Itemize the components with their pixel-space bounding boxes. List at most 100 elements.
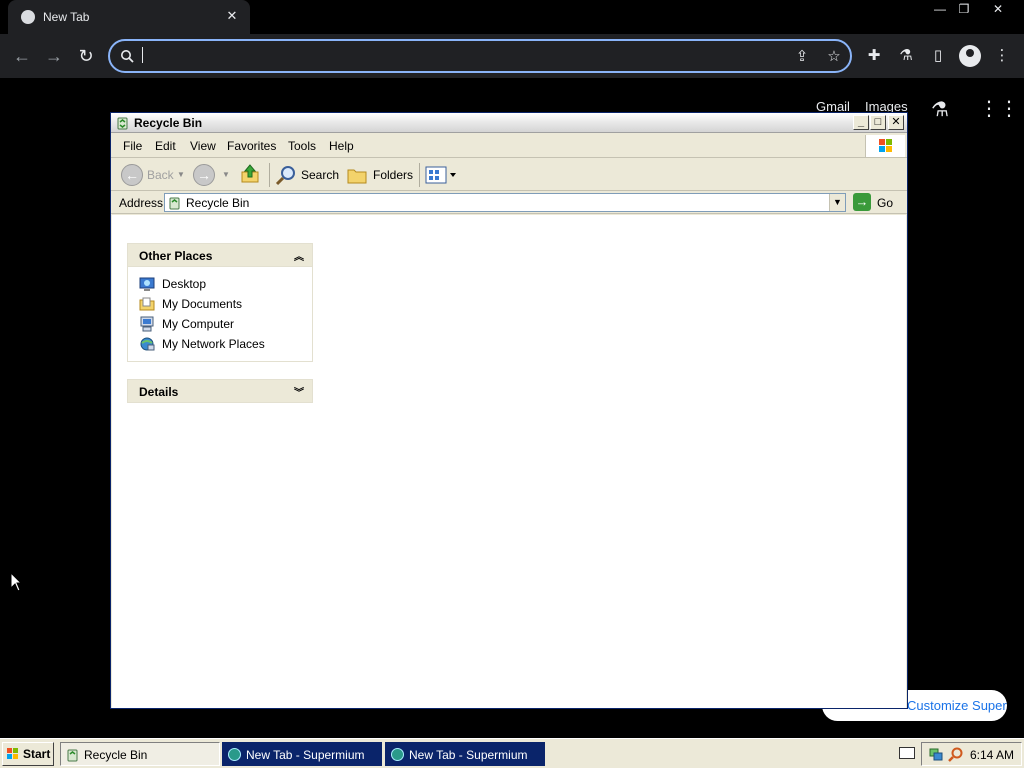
- bookmark-star-icon[interactable]: ☆: [824, 47, 844, 67]
- folders-label: Folders: [373, 168, 414, 182]
- other-places-list: Desktop My Documents My Computer My Netw…: [127, 267, 313, 362]
- start-button[interactable]: Start: [2, 742, 54, 766]
- extensions-icon[interactable]: ✚: [863, 45, 885, 67]
- toolbar-separator: [269, 163, 270, 187]
- search-button[interactable]: Search: [275, 162, 339, 188]
- recycle-bin-icon: [117, 117, 128, 130]
- network-tray-icon[interactable]: [928, 746, 944, 762]
- side-panel-icon[interactable]: ▯: [927, 45, 949, 67]
- go-label: Go: [877, 196, 894, 210]
- minimize-button[interactable]: _: [853, 115, 869, 130]
- menu-view[interactable]: View: [190, 139, 216, 153]
- minimize-icon[interactable]: —: [928, 0, 952, 18]
- details-panel: Details ︾: [127, 379, 313, 403]
- recycle-bin-icon: [67, 749, 78, 762]
- toolbar-separator: [419, 163, 420, 187]
- menu-file[interactable]: File: [123, 139, 142, 153]
- share-icon[interactable]: ⇪: [792, 47, 812, 67]
- restore-icon[interactable]: ❐: [952, 0, 976, 18]
- taskbar-item-label: New Tab - Supermium: [246, 748, 365, 762]
- forward-arrow-icon[interactable]: →: [41, 43, 67, 69]
- place-label: My Network Places: [162, 337, 265, 351]
- taskbar: Start Recycle Bin New Tab - Supermium Ne…: [0, 738, 1024, 768]
- menu-help[interactable]: Help: [329, 139, 354, 153]
- details-header[interactable]: Details ︾: [127, 379, 313, 403]
- go-arrow-icon: →: [853, 193, 871, 211]
- apps-grid-icon[interactable]: ⋮⋮: [979, 96, 1019, 121]
- expand-chevron-icon[interactable]: ︾: [294, 384, 304, 399]
- address-bar: Address Recycle Bin ▼ → Go: [111, 192, 907, 214]
- clock: 6:14 AM: [970, 748, 1015, 762]
- menu-bar: File Edit View Favorites Tools Help: [111, 134, 907, 158]
- maximize-button[interactable]: □: [870, 115, 886, 130]
- folders-button[interactable]: Folders: [346, 162, 414, 188]
- place-my-network-places[interactable]: My Network Places: [139, 335, 312, 355]
- place-my-computer[interactable]: My Computer: [139, 315, 312, 335]
- network-places-icon: [140, 337, 155, 351]
- menu-edit[interactable]: Edit: [155, 139, 176, 153]
- omnibox[interactable]: ⇪ ☆: [108, 39, 852, 73]
- views-button[interactable]: [425, 162, 459, 188]
- back-label: Back: [147, 168, 174, 182]
- up-folder-icon: [241, 164, 259, 183]
- close-window-icon[interactable]: ✕: [986, 0, 1010, 18]
- place-desktop[interactable]: Desktop: [139, 275, 312, 295]
- back-dropdown-icon[interactable]: ▼: [177, 170, 185, 179]
- desktop-icon: [139, 277, 155, 291]
- tab-title: New Tab: [43, 10, 90, 24]
- tab-strip: New Tab ✕ — ❐ ✕: [0, 0, 1024, 34]
- forward-dropdown-icon[interactable]: ▼: [222, 170, 230, 179]
- taskbar-item-supermium-2[interactable]: New Tab - Supermium: [385, 742, 545, 766]
- back-button[interactable]: ← Back: [119, 162, 185, 188]
- tab-new-tab[interactable]: New Tab ✕: [8, 0, 250, 34]
- place-label: Desktop: [162, 277, 207, 291]
- other-places-panel: Other Places ︽ Desktop My Documents My C…: [127, 243, 313, 362]
- taskbar-item-label: Recycle Bin: [84, 748, 148, 762]
- system-tray: 6:14 AM: [921, 742, 1022, 766]
- tab-close-icon[interactable]: ✕: [224, 8, 240, 24]
- text-caret: [142, 47, 143, 63]
- taskbar-item-supermium-1[interactable]: New Tab - Supermium: [222, 742, 382, 766]
- supermium-icon: [391, 748, 404, 761]
- window-title: Recycle Bin: [134, 116, 203, 130]
- windows-logo-icon: [865, 135, 905, 157]
- profile-avatar-icon[interactable]: [959, 45, 981, 67]
- reload-icon[interactable]: ↻: [73, 43, 99, 69]
- customize-label: Customize Supermium: [907, 698, 1007, 713]
- my-documents-icon: [139, 297, 155, 311]
- address-field[interactable]: Recycle Bin ▼: [164, 193, 846, 212]
- menu-favorites[interactable]: Favorites: [227, 139, 276, 153]
- close-button[interactable]: ✕: [888, 115, 904, 130]
- menu-dots-icon[interactable]: ⋮: [991, 45, 1013, 67]
- supermium-icon: [228, 748, 241, 761]
- tab-favicon-icon: [21, 10, 35, 24]
- my-computer-icon: [140, 316, 154, 332]
- place-my-documents[interactable]: My Documents: [139, 295, 312, 315]
- address-dropdown-icon[interactable]: ▼: [829, 194, 845, 211]
- search-tray-icon[interactable]: [948, 746, 964, 762]
- search-icon: [121, 50, 134, 63]
- go-button[interactable]: → Go: [853, 193, 903, 212]
- address-label: Address: [119, 196, 164, 210]
- keyboard-icon[interactable]: [899, 747, 915, 759]
- search-label: Search: [301, 168, 340, 182]
- search-magnifier-icon: [275, 166, 295, 186]
- views-grid-icon: [425, 166, 456, 184]
- folders-icon: [347, 169, 367, 184]
- menu-tools[interactable]: Tools: [288, 139, 316, 153]
- other-places-header[interactable]: Other Places ︽: [127, 243, 313, 267]
- collapse-chevron-icon[interactable]: ︽: [294, 248, 304, 263]
- up-folder-button[interactable]: [239, 162, 263, 188]
- address-value: Recycle Bin: [186, 196, 250, 210]
- taskbar-item-label: New Tab - Supermium: [409, 748, 528, 762]
- folder-content-area[interactable]: Other Places ︽ Desktop My Documents My C…: [112, 215, 906, 708]
- taskbar-item-recycle-bin[interactable]: Recycle Bin: [60, 742, 220, 766]
- other-places-title: Other Places: [139, 249, 213, 263]
- labs-icon[interactable]: ⚗: [931, 97, 949, 122]
- back-circle-icon: ←: [121, 164, 143, 186]
- explorer-title-bar[interactable]: Recycle Bin _ □ ✕: [111, 113, 907, 133]
- labs-flask-icon[interactable]: ⚗: [895, 45, 917, 67]
- back-arrow-icon[interactable]: ←: [9, 43, 35, 69]
- address-recycle-bin-icon: [169, 197, 180, 210]
- browser-toolbar: ← → ↻ ⇪ ☆ ✚ ⚗ ▯ ⋮: [0, 34, 1024, 78]
